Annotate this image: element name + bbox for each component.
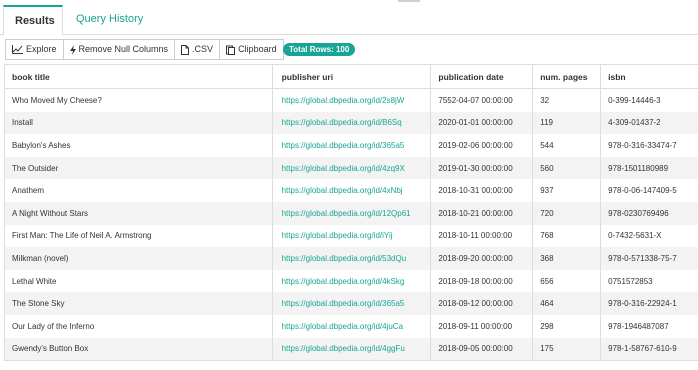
table-row[interactable]: Install https://global.dbpedia.org/id/B6S… [5, 111, 698, 135]
isbn-cell: 0751572853 [608, 276, 653, 286]
isbn-cell: 4-309-01437-2 [608, 118, 661, 128]
tab-query-history[interactable]: Query History [64, 5, 155, 36]
column-header-isbn[interactable]: isbn [601, 65, 698, 88]
table-row[interactable]: Lethal White https://global.dbpedia.org/i… [5, 269, 698, 293]
num-pages-cell: 175 [533, 337, 602, 361]
num-pages-cell: 119 [533, 111, 602, 135]
num-pages-cell: 32 [533, 89, 602, 112]
total-rows-badge: Total Rows: 100 [283, 43, 356, 56]
csv-label: .CSV [192, 44, 214, 54]
num-pages-cell: 937 [533, 179, 602, 202]
publisher-uri-link[interactable]: https://global.dbpedia.org/id/365a5 [273, 134, 432, 157]
publication-date-cell: 2019-02-06 00:00:00 [431, 134, 534, 157]
results-table: book title publisher uri publication dat… [4, 64, 698, 362]
book-title-cell: Our Lady of the Inferno [5, 314, 273, 338]
book-title-cell: Milkman (novel) [5, 247, 273, 270]
publisher-uri-link[interactable]: https://global.dbpedia.org/id/4zq9X [273, 156, 432, 180]
column-header-num-pages[interactable]: num. pages [533, 65, 602, 88]
remove-null-columns-button[interactable]: Remove Null Columns [62, 39, 176, 60]
isbn-cell: 978-0-316-22924-1 [608, 299, 677, 309]
file-icon [181, 44, 190, 55]
isbn-cell: 978-1501180989 [608, 163, 669, 173]
publisher-uri-link[interactable]: https://global.dbpedia.org/id/2s8jW [273, 89, 432, 112]
clipboard-icon [226, 45, 236, 55]
clipboard-button[interactable]: Clipboard [219, 39, 284, 60]
publisher-uri-link[interactable]: https://global.dbpedia.org/id/4juCa [273, 314, 432, 338]
publisher-uri-link[interactable]: https://global.dbpedia.org/id/iYij [273, 224, 432, 248]
num-pages-cell: 298 [533, 314, 602, 338]
publication-date-cell: 2018-09-11 00:00:00 [431, 314, 534, 338]
table-row[interactable]: Anathem https://global.dbpedia.org/id/4xN… [5, 179, 698, 202]
publication-date-cell: 2018-10-11 00:00:00 [431, 224, 534, 248]
num-pages-cell: 656 [533, 269, 602, 293]
results-tabs: Results Query History [0, 2, 698, 36]
table-row[interactable]: The Stone Sky https://global.dbpedia.org/… [5, 292, 698, 315]
explore-button[interactable]: Explore [5, 39, 64, 60]
column-header-publication-date[interactable]: publication date [431, 65, 534, 88]
publication-date-cell: 2018-09-20 00:00:00 [431, 247, 534, 270]
explore-label: Explore [26, 44, 57, 54]
publication-date-cell: 2018-09-05 00:00:00 [431, 337, 534, 361]
num-pages-cell: 544 [533, 134, 602, 157]
table-row[interactable]: The Outsider https://global.dbpedia.org/i… [5, 156, 698, 180]
publication-date-cell: 2018-09-18 00:00:00 [431, 269, 534, 293]
isbn-cell: 978-0-06-147409-5 [608, 186, 677, 196]
clipboard-label: Clipboard [238, 44, 277, 54]
isbn-cell: 0-7432-5631-X [608, 231, 662, 241]
publisher-uri-link[interactable]: https://global.dbpedia.org/id/53dQu [273, 247, 432, 270]
table-body: Who Moved My Cheese? https://global.dbped… [5, 89, 698, 361]
book-title-cell: Who Moved My Cheese? [5, 89, 273, 112]
column-header-book-title[interactable]: book title [5, 65, 273, 88]
table-header: book title publisher uri publication dat… [5, 65, 698, 89]
table-row[interactable]: Babylon's Ashes https://global.dbpedia.or… [5, 134, 698, 157]
book-title-cell: The Stone Sky [5, 292, 273, 315]
isbn-cell: 978-1946487087 [608, 321, 669, 331]
table-row[interactable]: Gwendy's Button Box https://global.dbpedi… [5, 337, 698, 361]
book-title-cell: Anathem [5, 179, 273, 202]
num-pages-cell: 720 [533, 201, 602, 225]
book-title-cell: First Man: The Life of Neil A. Armstrong [5, 224, 273, 248]
num-pages-cell: 368 [533, 247, 602, 270]
lightning-icon [69, 44, 76, 55]
book-title-cell: A Night Without Stars [5, 201, 273, 225]
num-pages-cell: 768 [533, 224, 602, 248]
table-row[interactable]: Our Lady of the Inferno https://global.db… [5, 314, 698, 338]
num-pages-cell: 464 [533, 292, 602, 315]
table-row[interactable]: Milkman (novel) https://global.dbpedia.or… [5, 247, 698, 270]
book-title-cell: Babylon's Ashes [5, 134, 273, 157]
table-row[interactable]: A Night Without Stars https://global.dbpe… [5, 201, 698, 225]
line-chart-icon [12, 45, 23, 54]
book-title-cell: Gwendy's Button Box [5, 337, 273, 361]
publication-date-cell: 2020-01-01 00:00:00 [431, 111, 534, 135]
table-row[interactable]: First Man: The Life of Neil A. Armstrong… [5, 224, 698, 248]
book-title-cell: Lethal White [5, 269, 273, 293]
publisher-uri-link[interactable]: https://global.dbpedia.org/id/4kSkg [273, 269, 432, 293]
results-toolbar: Explore Remove Null Columns .CSV Clipboa… [5, 39, 284, 61]
remove-null-columns-label: Remove Null Columns [78, 44, 169, 54]
publisher-uri-link[interactable]: https://global.dbpedia.org/id/365a5 [273, 292, 432, 315]
publisher-uri-link[interactable]: https://global.dbpedia.org/id/4ggFu [273, 337, 432, 361]
column-header-publisher-uri[interactable]: publisher uri [273, 65, 432, 88]
tab-results[interactable]: Results [3, 5, 63, 36]
isbn-cell: 978-0-316-33474-7 [608, 140, 677, 150]
num-pages-cell: 560 [533, 156, 602, 180]
csv-export-button[interactable]: .CSV [174, 39, 221, 60]
isbn-cell: 0-399-14446-3 [608, 95, 661, 105]
publication-date-cell: 2019-01-30 00:00:00 [431, 156, 534, 180]
book-title-cell: The Outsider [5, 156, 273, 180]
publication-date-cell: 2018-10-31 00:00:00 [431, 179, 534, 202]
publisher-uri-link[interactable]: https://global.dbpedia.org/id/4xNbj [273, 179, 432, 202]
publication-date-cell: 2018-09-12 00:00:00 [431, 292, 534, 315]
publisher-uri-link[interactable]: https://global.dbpedia.org/id/B6Sq [273, 111, 432, 135]
isbn-cell: 978-0230769496 [608, 208, 669, 218]
isbn-cell: 978-1-58767-610-9 [608, 344, 677, 354]
table-row[interactable]: Who Moved My Cheese? https://global.dbped… [5, 89, 698, 112]
book-title-cell: Install [5, 111, 273, 135]
isbn-cell: 978-0-571338-75-7 [608, 253, 677, 263]
publication-date-cell: 2018-10-21 00:00:00 [431, 201, 534, 225]
publication-date-cell: 7552-04-07 00:00:00 [431, 89, 534, 112]
publisher-uri-link[interactable]: https://global.dbpedia.org/id/12Qp61 [273, 201, 432, 225]
